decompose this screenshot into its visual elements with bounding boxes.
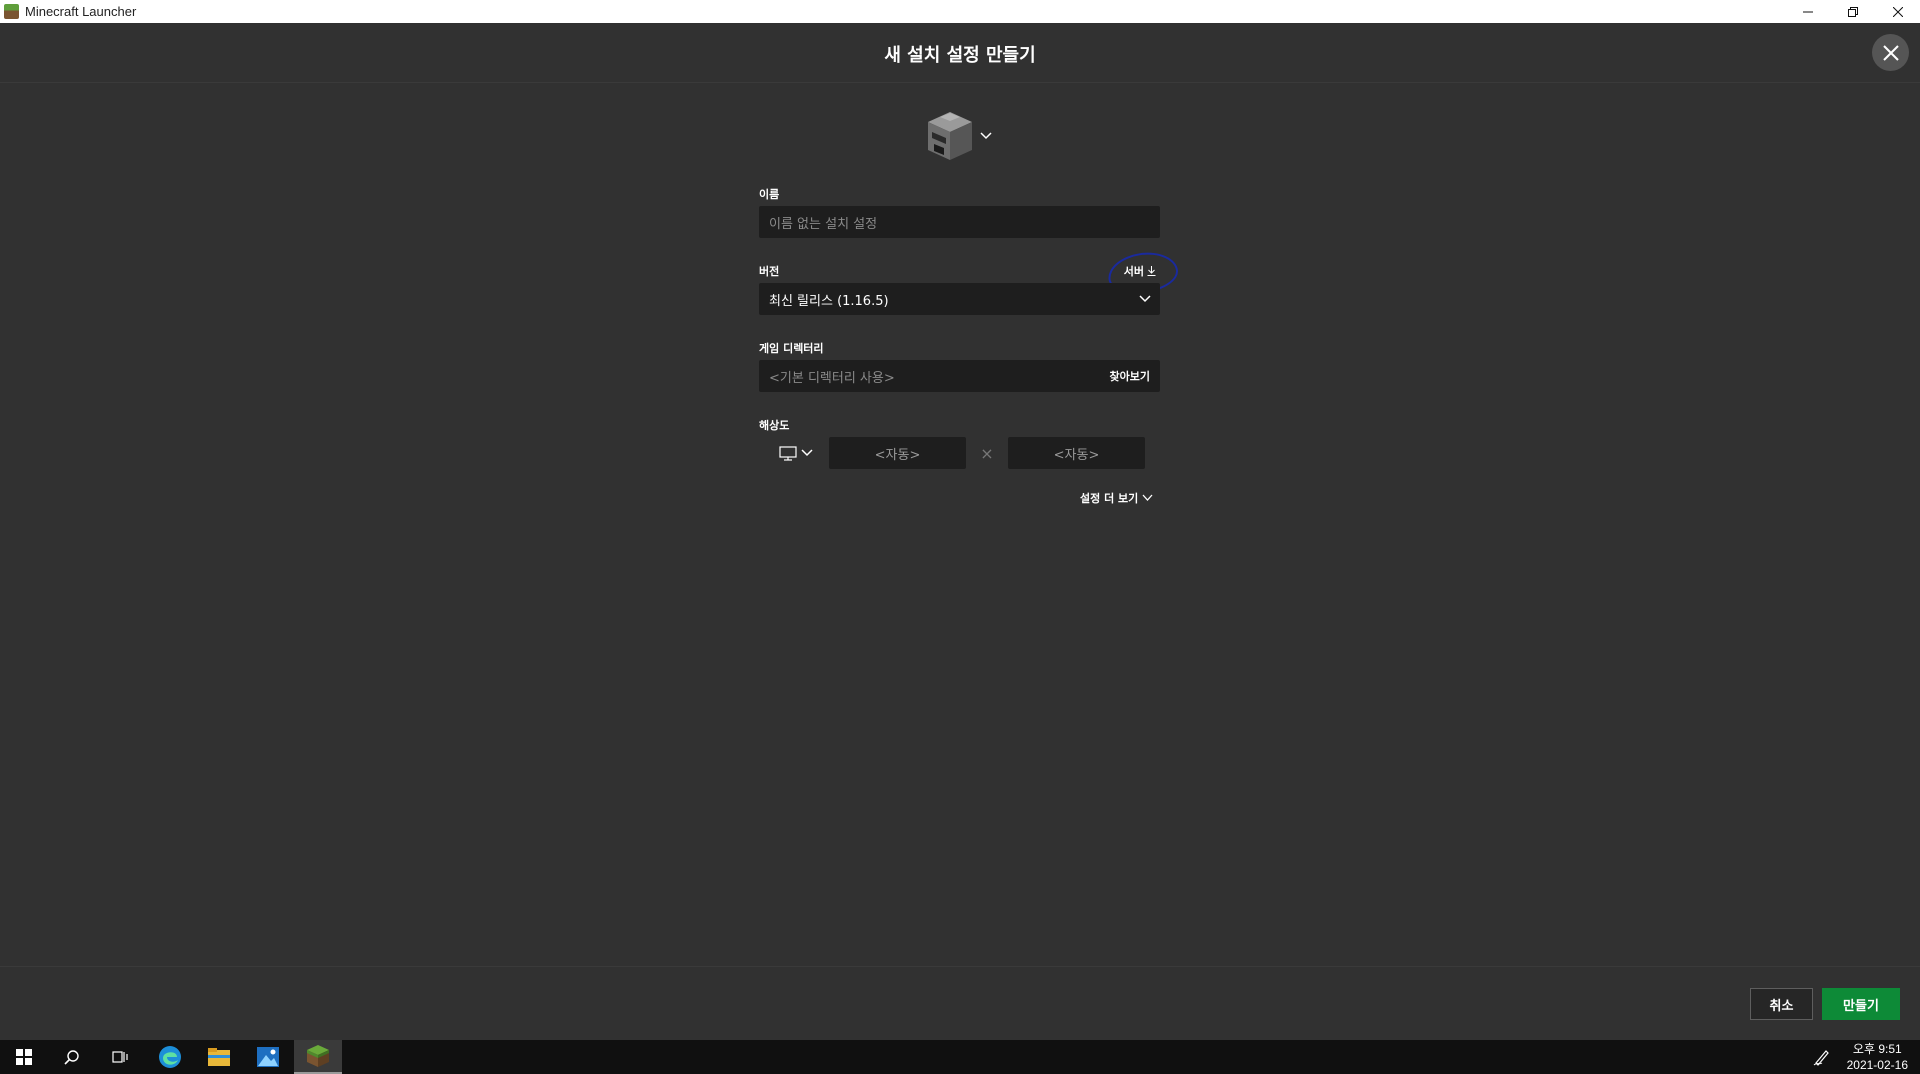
name-label: 이름 (759, 188, 780, 201)
window-title: Minecraft Launcher (25, 4, 137, 19)
minimize-icon (1802, 11, 1813, 12)
windows-logo-icon (16, 1049, 32, 1065)
restore-button[interactable] (1830, 0, 1875, 23)
version-value: 최신 릴리스 (1.16.5) (769, 293, 889, 309)
window-close-button[interactable] (1875, 0, 1920, 23)
clock-time: 오후 9:51 (1852, 1042, 1902, 1056)
start-button[interactable] (0, 1040, 48, 1074)
more-settings-toggle[interactable]: 설정 더 보기 (1080, 490, 1153, 506)
chevron-down-icon (801, 449, 813, 457)
pen-workspace-icon[interactable] (1813, 1048, 1831, 1066)
minimize-button[interactable] (1785, 0, 1830, 23)
game-directory-label: 게임 디렉터리 (759, 342, 824, 355)
minecraft-app-icon (4, 4, 19, 19)
search-icon (64, 1050, 79, 1065)
folder-icon (208, 1048, 230, 1066)
task-view-button[interactable] (96, 1040, 144, 1074)
resolution-row: <자동> × <자동> (759, 437, 1160, 469)
version-select[interactable]: 최신 릴리스 (1.16.5) (759, 283, 1160, 315)
resolution-width-input[interactable]: <자동> (829, 437, 966, 469)
edge-icon (159, 1046, 181, 1068)
create-button[interactable]: 만들기 (1822, 988, 1900, 1020)
edge-taskbar-button[interactable] (146, 1040, 194, 1074)
window-titlebar: Minecraft Launcher (0, 0, 1920, 23)
resolution-label: 해상도 (759, 419, 790, 432)
dialog-header: 새 설치 설정 만들기 (0, 23, 1920, 83)
windows-taskbar: 오후 9:51 2021-02-16 (0, 1040, 1920, 1074)
name-placeholder: 이름 없는 설치 설정 (769, 216, 878, 232)
window-controls (1785, 0, 1920, 23)
close-icon (1892, 6, 1903, 17)
dialog-close-button[interactable] (1872, 34, 1909, 71)
footer-divider (0, 966, 1920, 967)
monitor-icon (779, 445, 797, 461)
resolution-preset-dropdown[interactable] (759, 445, 829, 461)
chevron-down-icon (1139, 295, 1151, 303)
task-view-icon (112, 1051, 128, 1063)
clock-tray[interactable]: 오후 9:51 2021-02-16 (1847, 1041, 1908, 1073)
minecraft-taskbar-button[interactable] (294, 1040, 342, 1074)
version-label: 버전 (759, 265, 780, 278)
photos-icon (257, 1047, 279, 1067)
furnace-icon (928, 112, 972, 160)
game-directory-input[interactable]: <기본 디렉터리 사용> 찾아보기 (759, 360, 1160, 392)
minecraft-grass-block-icon (307, 1045, 329, 1067)
close-icon (1882, 44, 1899, 61)
height-placeholder: <자동> (1053, 447, 1100, 463)
file-explorer-taskbar-button[interactable] (195, 1040, 243, 1074)
resolution-height-input[interactable]: <자동> (1008, 437, 1145, 469)
server-download-link[interactable]: 서버 (1105, 248, 1181, 298)
browse-button[interactable]: 찾아보기 (1110, 368, 1150, 384)
game-directory-placeholder: <기본 디렉터리 사용> (769, 370, 895, 386)
times-separator: × (980, 443, 994, 463)
cancel-button[interactable]: 취소 (1750, 988, 1813, 1020)
chevron-down-icon (980, 132, 992, 140)
dialog-title: 새 설치 설정 만들기 (884, 45, 1036, 66)
installation-icon-picker[interactable] (926, 110, 998, 162)
search-button[interactable] (48, 1040, 96, 1074)
chevron-down-icon (1142, 494, 1153, 501)
width-placeholder: <자동> (874, 447, 921, 463)
name-input[interactable]: 이름 없는 설치 설정 (759, 206, 1160, 238)
installation-form: 이름 이름 없는 설치 설정 버전 서버 최신 릴리스 (1.16.5) 게임 … (759, 186, 1181, 469)
more-settings-label: 설정 더 보기 (1080, 492, 1139, 505)
clock-date: 2021-02-16 (1846, 1058, 1908, 1072)
restore-icon (1847, 6, 1858, 17)
photos-taskbar-button[interactable] (244, 1040, 292, 1074)
